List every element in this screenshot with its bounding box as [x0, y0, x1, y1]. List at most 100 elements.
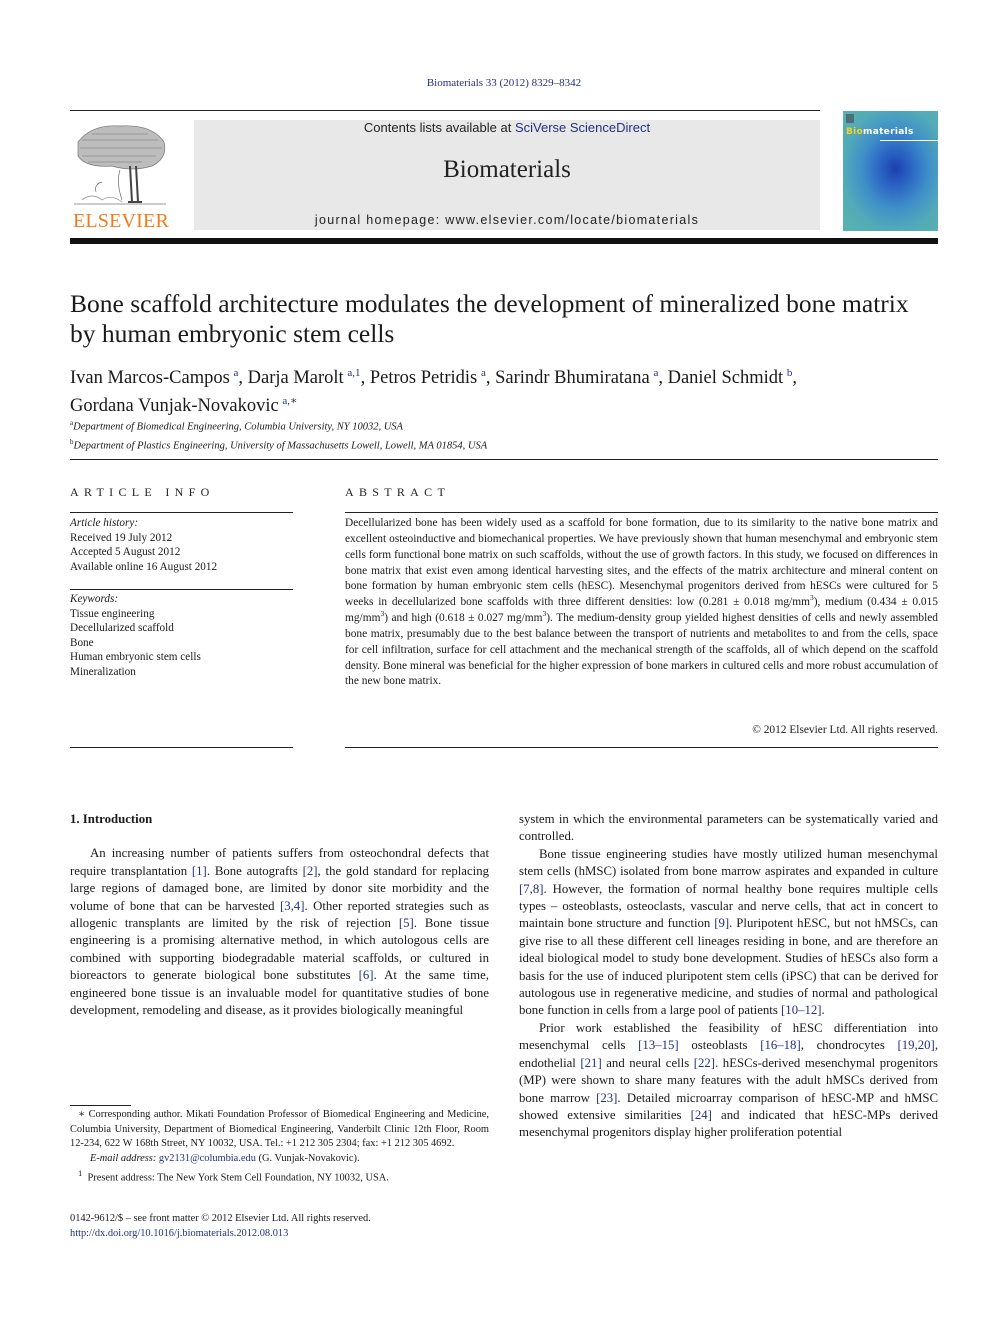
intro-paragraph-1: An increasing number of patients suffers… [70, 845, 489, 1019]
citation-link[interactable]: [23] [596, 1091, 617, 1105]
title-divider [70, 459, 938, 460]
author-name[interactable]: Daniel Schmidt [668, 368, 784, 388]
affiliation-a: aDepartment of Biomedical Engineering, C… [70, 416, 487, 435]
paragraph-text: . Bone autografts [206, 863, 303, 878]
history-received: Received 19 July 2012 [70, 531, 173, 544]
footnote-corresponding: ∗ Corresponding author. Mikati Foundatio… [70, 1108, 489, 1152]
cover-title-rest: materials [863, 127, 914, 137]
author-name[interactable]: Sarindr Bhumiratana [495, 368, 650, 388]
author-name[interactable]: Ivan Marcos-Campos [70, 368, 230, 388]
abstract-part: ) and high (0.618 ± 0.027 mg/mm [384, 612, 543, 625]
author-separator: , [658, 368, 668, 389]
paragraph-text: . Pluripotent hESC, but not hMSCs, can g… [519, 916, 938, 1018]
paragraph-text: and neural cells [601, 1055, 694, 1070]
citation-link[interactable]: [21] [580, 1056, 601, 1070]
footnote-present-address: 1 Present address: The New York Stem Cel… [70, 1166, 489, 1186]
history-accepted: Accepted 5 August 2012 [70, 546, 181, 558]
keyword: Bone [70, 636, 94, 649]
bottom-meta: 0142-9612/$ – see front matter © 2012 El… [70, 1212, 371, 1241]
affiliation-b: bDepartment of Plastics Engineering, Uni… [70, 435, 487, 454]
keyword: Decellularized scaffold [70, 622, 174, 634]
citation-link[interactable]: [9] [714, 916, 729, 930]
journal-cover-image[interactable]: Biomaterials [843, 111, 938, 231]
author-name[interactable]: Gordana Vunjak-Novakovic [70, 396, 279, 416]
citation-link[interactable]: [7,8] [519, 882, 544, 896]
author-name[interactable]: Petros Petridis [370, 368, 477, 388]
citation-link[interactable]: [1] [192, 864, 207, 878]
author-list: Ivan Marcos-Campos a, Darja Marolt a,1, … [70, 362, 940, 418]
citation-link[interactable]: [19,20] [897, 1038, 934, 1052]
citation-link[interactable]: [3,4] [280, 899, 305, 913]
section-heading-introduction: 1. Introduction [70, 812, 153, 826]
article-info-divider [70, 512, 293, 513]
paragraph-text: osteoblasts [678, 1038, 761, 1053]
elsevier-logo[interactable]: ELSEVIER [70, 120, 172, 232]
header-thick-divider [70, 238, 938, 244]
history-label: Article history: [70, 517, 139, 529]
footnote-text: ∗ Corresponding author. Mikati Foundatio… [70, 1109, 489, 1149]
sciencedirect-link[interactable]: SciVerse ScienceDirect [515, 120, 650, 135]
keyword: Mineralization [70, 665, 136, 678]
journal-banner: Contents lists available at SciVerse Sci… [194, 120, 820, 230]
elsevier-tree-icon [74, 125, 166, 205]
citation-link[interactable]: [13–15] [638, 1038, 679, 1052]
doi-link[interactable]: http://dx.doi.org/10.1016/j.biomaterials… [70, 1227, 371, 1242]
keywords-label: Keywords: [70, 593, 119, 605]
abstract-bottom-divider [345, 747, 938, 748]
paragraph-text: , chondrocytes [800, 1038, 898, 1053]
cover-title-bi: Bio [846, 127, 864, 137]
homepage-label: journal homepage: [314, 213, 446, 227]
journal-name: Biomaterials [443, 156, 571, 183]
author-affiliation-mark[interactable]: a,1 [347, 367, 360, 379]
issn-line: 0142-9612/$ – see front matter © 2012 El… [70, 1213, 371, 1224]
homepage-link[interactable]: www.elsevier.com/locate/biomaterials [445, 213, 699, 227]
author-affiliation-mark[interactable]: a,∗ [282, 395, 297, 407]
article-title: Bone scaffold architecture modulates the… [70, 289, 909, 348]
keywords: Keywords: Tissue engineering Decellulari… [70, 592, 201, 679]
author-separator: , [792, 368, 798, 389]
contents-availability: Contents lists available at SciVerse Sci… [194, 120, 820, 136]
article-history: Article history: Received 19 July 2012 A… [70, 516, 217, 574]
author-name[interactable]: Darja Marolt [248, 368, 344, 388]
journal-homepage: journal homepage: www.elsevier.com/locat… [194, 213, 820, 227]
keyword: Human embryonic stem cells [70, 651, 201, 663]
citation-link[interactable]: [5] [399, 916, 414, 930]
citation-link[interactable]: [6] [359, 968, 374, 982]
citation-link[interactable]: [2] [303, 864, 318, 878]
body-column-right: system in which the environmental parame… [519, 811, 938, 1142]
history-online: Available online 16 August 2012 [70, 560, 218, 573]
article-info-bottom-divider [70, 747, 293, 748]
body-column-left: 1. Introduction An increasing number of … [70, 811, 489, 1019]
affiliations: aDepartment of Biomedical Engineering, C… [70, 416, 487, 453]
paragraph-text: . [821, 1003, 825, 1018]
email-label: E-mail address: [90, 1152, 159, 1164]
abstract-part: Decellularized bone has been widely used… [345, 517, 938, 609]
author-separator: , [485, 368, 496, 389]
paragraph-text: Bone tissue engineering studies have mos… [519, 846, 938, 879]
email-link[interactable]: gv2131@columbia.edu [159, 1153, 256, 1164]
cover-title: Biomaterials [846, 127, 914, 137]
footnote-divider [70, 1105, 131, 1106]
email-suffix: (G. Vunjak-Novakovic). [255, 1152, 360, 1164]
cover-rule [880, 140, 938, 141]
intro-paragraph-2: Bone tissue engineering studies have mos… [519, 846, 938, 1020]
intro-paragraph-continued: system in which the environmental parame… [519, 812, 938, 844]
abstract-heading: ABSTRACT [345, 485, 451, 499]
citation-link[interactable]: [22] [694, 1056, 715, 1070]
footnote-mark: 1 [78, 1168, 83, 1178]
author-separator: , [360, 368, 370, 389]
abstract-copyright: © 2012 Elsevier Ltd. All rights reserved… [752, 724, 938, 736]
article-info-heading: ARTICLE INFO [70, 485, 215, 499]
keyword: Tissue engineering [70, 607, 155, 620]
intro-paragraph-3: Prior work established the feasibility o… [519, 1020, 938, 1142]
citation-link[interactable]: [24] [691, 1108, 712, 1122]
citation-link[interactable]: [16–18] [760, 1038, 801, 1052]
footnotes: ∗ Corresponding author. Mikati Foundatio… [70, 1108, 489, 1186]
journal-citation[interactable]: Biomaterials 33 (2012) 8329–8342 [0, 77, 992, 89]
citation-link[interactable]: [10–12] [781, 1003, 822, 1017]
contents-prefix: Contents lists available at [363, 120, 515, 135]
author-separator: , [238, 368, 248, 389]
elsevier-wordmark: ELSEVIER [72, 210, 170, 232]
abstract-text: Decellularized bone has been widely used… [345, 516, 938, 690]
cover-logo-icon [846, 114, 854, 123]
